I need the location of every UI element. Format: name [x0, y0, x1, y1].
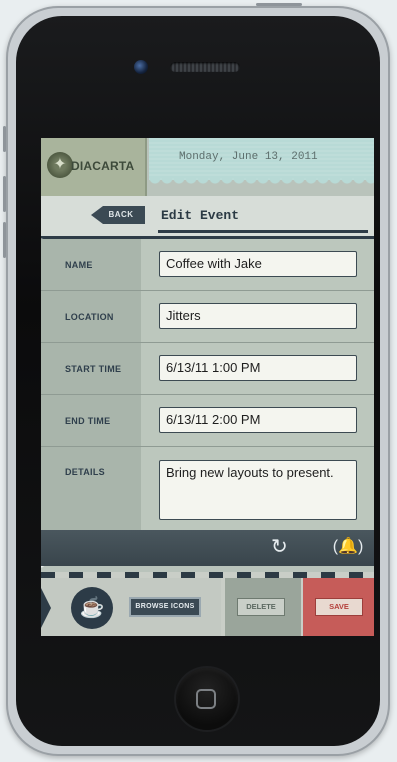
- browse-icons-button[interactable]: BROWSE ICONS: [129, 597, 201, 617]
- back-button[interactable]: BACK: [91, 206, 145, 224]
- location-label: LOCATION: [65, 312, 114, 322]
- mute-switch: [3, 126, 6, 152]
- logo-text: DIACARTA: [71, 159, 135, 173]
- form-row-end-time: END TIME 6/13/11 2:00 PM: [41, 395, 374, 447]
- camera-icon: [134, 60, 148, 74]
- date-header: Monday, June 13, 2011: [149, 138, 374, 186]
- details-field[interactable]: Bring new layouts to present.: [159, 460, 357, 520]
- power-button: [256, 3, 302, 6]
- details-label: DETAILS: [65, 467, 105, 477]
- refresh-icon[interactable]: ↻: [271, 537, 291, 557]
- navigation-bar: BACK Edit Event: [41, 196, 374, 239]
- app-screen: ✦ DIACARTA Monday, June 13, 2011 BACK Ed…: [41, 138, 374, 636]
- end-time-field[interactable]: 6/13/11 2:00 PM: [159, 407, 357, 433]
- coffee-mug-icon[interactable]: ☕: [71, 587, 113, 629]
- start-time-field[interactable]: 6/13/11 1:00 PM: [159, 355, 357, 381]
- form-row-location: LOCATION Jitters: [41, 291, 374, 343]
- delete-button[interactable]: DELETE: [237, 598, 285, 616]
- earpiece-speaker: [170, 62, 240, 72]
- form-row-details: DETAILS Bring new layouts to present.: [41, 447, 374, 531]
- compass-icon: ✦: [47, 152, 73, 178]
- home-square-icon: [196, 689, 216, 709]
- save-button[interactable]: SAVE: [315, 598, 363, 616]
- app-logo: ✦ DIACARTA: [41, 138, 147, 196]
- name-label: NAME: [65, 260, 93, 270]
- name-field[interactable]: Coffee with Jake: [159, 251, 357, 277]
- page-title: Edit Event: [161, 208, 240, 223]
- start-time-label: START TIME: [65, 364, 122, 374]
- title-underline: [158, 230, 368, 233]
- form-row-name: NAME Coffee with Jake: [41, 239, 374, 291]
- event-form: NAME Coffee with Jake LOCATION Jitters S…: [41, 239, 374, 531]
- panel-arrow-icon: [41, 588, 51, 628]
- alarm-bell-icon[interactable]: (🔔): [331, 536, 365, 558]
- action-toolbar: ↻ (🔔): [41, 530, 374, 566]
- location-field[interactable]: Jitters: [159, 303, 357, 329]
- current-date: Monday, June 13, 2011: [179, 151, 318, 163]
- volume-down-button: [3, 222, 6, 258]
- end-time-label: END TIME: [65, 416, 111, 426]
- volume-up-button: [3, 176, 6, 212]
- form-row-start-time: START TIME 6/13/11 1:00 PM: [41, 343, 374, 395]
